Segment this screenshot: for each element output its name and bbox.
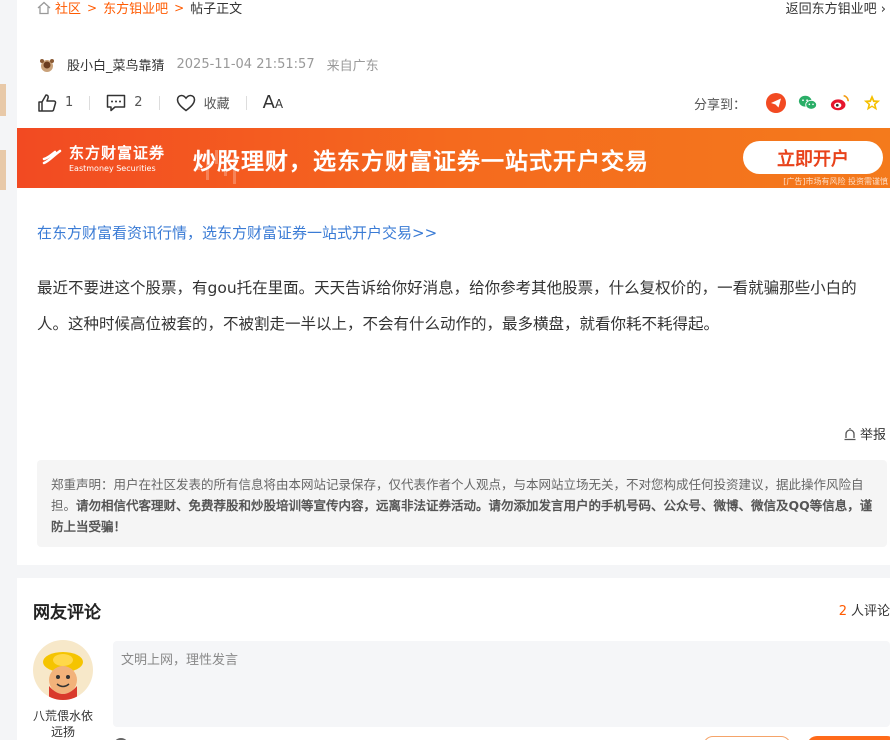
disclaimer-box: 郑重声明：用户在社区发表的所有信息将由本网站记录保存，仅代表作者个人观点，与本网… [37,460,887,547]
chevron-right-icon: > [87,0,98,15]
breadcrumb: 社区 > 东方钼业吧 > 帖子正文 [37,0,242,17]
heart-icon [176,94,195,111]
banner-slogan: 炒股理财，选东方财富证券一站式开户交易 [193,149,649,175]
open-account-button[interactable]: 立即开户 [743,141,883,174]
post-body: 最近不要进这个股票，有gou托在里面。天天告诉给你好消息，给你参考其他股票，什么… [37,279,857,333]
left-edge-decoration [0,150,6,190]
submit-comment-button[interactable] [807,736,890,740]
chevron-right-icon: > [174,0,185,15]
divider [89,95,91,110]
comment-count: 2 [134,95,143,110]
wechat-icon[interactable] [798,93,818,113]
breadcrumb-current: 帖子正文 [190,2,243,17]
home-icon[interactable] [37,1,51,15]
comments-title: 网友评论 [33,603,101,623]
telegram-icon[interactable] [766,93,786,113]
gold-ingot-avatar-icon [43,652,83,700]
report-button[interactable]: 举报 [843,424,886,443]
ad-disclaimer: [广告]市场有风险 投资需谨慎 [783,177,888,186]
share-bar: 分享到： [694,93,882,113]
share-label: 分享到： [693,97,746,113]
eastmoney-logo-icon [42,149,62,164]
back-to-forum-link[interactable]: 返回东方钼业吧 › [786,0,886,17]
favorite-button[interactable]: 收藏 [176,93,230,112]
divider [158,95,160,110]
favorite-label: 收藏 [203,97,230,112]
eastmoney-logo: 东方财富证券 Eastmoney Securities [41,142,165,173]
report-label: 举报 [859,428,886,443]
chevron-right-icon: › [880,2,886,17]
comments-count-number: 2 [838,604,847,619]
back-to-forum-label: 返回东方钼业吧 [785,2,877,17]
post-card: 社区 > 东方钼业吧 > 帖子正文 返回东方钼业吧 › 股小白_菜鸟靠猜 202… [17,0,890,565]
weibo-icon[interactable] [830,93,850,113]
comment-icon [107,94,126,111]
breadcrumb-community-link[interactable]: 社区 [55,0,81,17]
left-edge-decoration [0,84,6,116]
font-size-icon: AA [262,92,284,113]
star-icon[interactable] [862,93,882,113]
comments-count-suffix: 人评论 [850,604,890,619]
divider [245,95,247,110]
logo-text-cn: 东方财富证券 [69,144,166,162]
comments-count: 2 人评论 [839,600,890,619]
like-count: 1 [65,95,74,110]
font-size-button[interactable]: AA [263,92,284,113]
promo-link[interactable]: 在东方财富看资讯行情，选东方财富证券一站式开户交易>> [37,222,437,243]
report-icon [844,427,856,440]
disclaimer-warning: 请勿相信代客理财、免费荐股和炒股培训等宣传内容，远离非法证券活动。请勿添加发言用… [51,498,873,534]
user-avatar[interactable] [33,640,93,700]
post-location: 来自广东 [326,59,379,74]
ad-banner[interactable]: 东方财富证券 Eastmoney Securities 炒股理财，选东方财富证券… [17,128,890,188]
comments-card: 网友评论 2 人评论 八荒偎水依远扬 文明上网，理性发言 [17,578,890,740]
current-user: 八荒偎水依远扬 [30,640,96,740]
author-avatar[interactable] [39,57,55,73]
comment-button[interactable]: 2 [106,94,143,112]
comment-input[interactable]: 文明上网，理性发言 [113,641,890,727]
post-actions: 1 2 收藏 AA [37,92,283,113]
logo-text-en: Eastmoney Securities [69,164,156,173]
author-name[interactable]: 股小白_菜鸟靠猜 [67,55,165,74]
thumbs-up-icon [38,93,57,112]
author-info: 股小白_菜鸟靠猜 2025-11-04 21:51:57 来自广东 [39,55,391,74]
post-time: 2025-11-04 21:51:57 [176,57,315,72]
breadcrumb-forum-link[interactable]: 东方钼业吧 [103,0,168,17]
secondary-button[interactable] [703,736,791,740]
page-left-edge [0,0,8,740]
like-button[interactable]: 1 [37,93,73,113]
user-name: 八荒偎水依远扬 [32,709,93,739]
